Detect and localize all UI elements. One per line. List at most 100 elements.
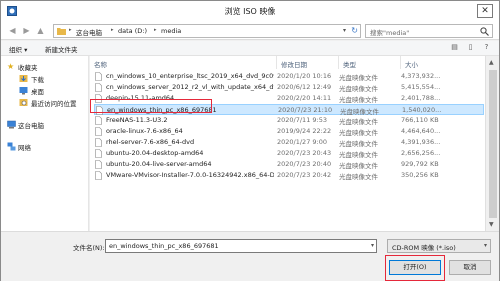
table-row[interactable]: deepin-15.11-amd64 2020/2/20 14:11 光盘映像文件 2… (94, 93, 484, 104)
file-name: rhel-server-7.6-x86_64-dvd (106, 138, 195, 146)
column-header-name[interactable]: 名称 (90, 56, 277, 69)
file-date: 2020/7/23 20:40 (277, 160, 332, 168)
sidebar-item-network[interactable]: 网络 (1, 141, 89, 152)
breadcrumb-this-pc[interactable]: 这台电脑 (76, 27, 102, 37)
filename-input[interactable]: en_windows_thin_pc_x86_697681 ▾ (105, 239, 377, 253)
file-date: 2020/2/20 14:11 (277, 94, 332, 102)
file-name: cn_windows_10_enterprise_ltsc_2019_x64_d… (106, 72, 274, 80)
disc-image-file-icon (95, 83, 102, 92)
file-size: 2,656,256... (401, 149, 441, 157)
scroll-down-icon[interactable]: ▼ (489, 221, 494, 228)
file-date: 2020/7/23 20:43 (277, 149, 332, 157)
file-size: 1,540,020... (402, 106, 442, 114)
file-type: 光盘映像文件 (339, 151, 378, 159)
column-header-date[interactable]: 修改日期 (277, 56, 339, 69)
file-type: 光盘映像文件 (339, 85, 378, 93)
search-placeholder: 搜索"media" (370, 29, 410, 37)
window-title: 浏览 ISO 映像 (224, 7, 276, 16)
file-size: 4,373,932... (401, 72, 441, 80)
search-icon (480, 27, 489, 36)
table-row[interactable]: oracle-linux-7.6-x86_64 2019/9/24 22:22 光盘… (94, 126, 484, 137)
file-date: 2020/7/23 21:10 (278, 106, 333, 114)
refresh-icon[interactable]: ↻ (351, 26, 358, 35)
breadcrumb-separator-icon: ▸ (111, 27, 114, 33)
back-arrow-icon[interactable]: ◀ (7, 25, 18, 36)
file-size: 4,391,936... (401, 138, 441, 146)
dialog-footer: 文件名(N): en_windows_thin_pc_x86_697681 ▾ … (1, 231, 499, 281)
file-type: 光盘映像文件 (339, 74, 378, 82)
sidebar-item-favorites[interactable]: ★ 收藏夹 (1, 61, 89, 72)
cancel-button[interactable]: 取消 (449, 260, 491, 275)
breadcrumb-media[interactable]: media (161, 27, 181, 35)
chevron-down-icon: ▾ (483, 242, 487, 249)
sidebar-item-recent[interactable]: 最近访问的位置 (1, 97, 89, 108)
file-size: 766,110 KB (401, 116, 439, 124)
file-type-filter-value: CD-ROM 映像 (*.iso) (392, 244, 456, 252)
folder-icon (57, 28, 66, 35)
organize-menu[interactable]: 组织 ▾ (9, 44, 27, 54)
file-size: 350,256 KB (401, 171, 439, 179)
filename-value: en_windows_thin_pc_x86_697681 (109, 242, 219, 250)
network-icon (7, 142, 16, 151)
sidebar-item-label: 网络 (18, 144, 31, 152)
table-row[interactable]: FreeNAS-11.3-U3.2 2020/7/11 9:53 光盘映像文件 766… (94, 115, 484, 126)
breadcrumb-separator-icon: ▸ (154, 27, 157, 33)
new-folder-button[interactable]: 新建文件夹 (45, 44, 78, 54)
disc-image-file-icon (95, 72, 102, 81)
address-bar[interactable]: ▸ 这台电脑 ▸ data (D:) ▸ media ▾ ↻ (53, 24, 361, 38)
file-size: 4,464,640... (401, 127, 441, 135)
file-type: 光盘映像文件 (339, 96, 378, 104)
table-row[interactable]: rhel-server-7.6-x86_64-dvd 2020/1/27 9:00… (94, 137, 484, 148)
disc-image-file-icon (96, 106, 103, 115)
preview-pane-icon[interactable]: ▯ (465, 43, 476, 54)
file-type: 光盘映像文件 (339, 140, 378, 148)
file-name: cn_windows_server_2012_r2_vl_with_update… (106, 83, 274, 91)
forward-arrow-icon[interactable]: ▶ (21, 25, 32, 36)
file-name: FreeNAS-11.3-U3.2 (106, 116, 168, 124)
computer-icon (7, 120, 16, 129)
file-date: 2020/6/12 12:49 (277, 83, 332, 91)
file-type-filter-select[interactable]: CD-ROM 映像 (*.iso) ▾ (387, 239, 491, 253)
table-row[interactable]: cn_windows_10_enterprise_ltsc_2019_x64_d… (94, 71, 484, 82)
scrollbar-thumb[interactable] (489, 70, 497, 218)
disc-image-file-icon (95, 138, 102, 147)
column-header-type[interactable]: 类型 (339, 56, 401, 69)
file-date: 2019/9/24 22:22 (277, 127, 332, 135)
close-button[interactable]: ✕ (477, 4, 493, 18)
file-date: 2020/7/23 20:42 (277, 171, 332, 179)
breadcrumb-data-drive[interactable]: data (D:) (118, 27, 147, 35)
filename-label: 文件名(N): (73, 244, 105, 252)
file-type: 光盘映像文件 (339, 129, 378, 137)
table-row[interactable]: VMware-VMvisor-Installer-7.0.0-16324942.… (94, 170, 484, 181)
vertical-scrollbar[interactable]: ▲ ▼ (485, 56, 499, 231)
file-name: ubuntu-20.04-desktop-amd64 (106, 149, 204, 157)
up-arrow-icon[interactable]: ▲ (35, 25, 46, 36)
view-options-icon[interactable]: ▤ (449, 43, 460, 54)
column-header-size[interactable]: 大小 (401, 56, 485, 69)
title-bar[interactable]: 浏览 ISO 映像 ✕ (1, 1, 499, 22)
breadcrumb-separator-icon: ▸ (69, 27, 72, 33)
file-name: deepin-15.11-amd64 (106, 94, 175, 102)
sidebar-item-this-pc[interactable]: 这台电脑 (1, 119, 89, 130)
table-row[interactable]: cn_windows_server_2012_r2_vl_with_update… (94, 82, 484, 93)
recent-icon (19, 99, 28, 106)
scroll-up-icon[interactable]: ▲ (489, 59, 494, 66)
table-row[interactable]: ubuntu-20.04-desktop-amd64 2020/7/23 20:4… (94, 148, 484, 159)
table-row[interactable]: en_windows_thin_pc_x86_697681 2020/7/23 2… (94, 104, 484, 116)
navigation-pane: ★ 收藏夹 下载 桌面 最近访问的位置 这台电脑 网络 (1, 56, 89, 231)
open-button[interactable]: 打开(O) (389, 260, 441, 275)
file-name: oracle-linux-7.6-x86_64 (106, 127, 183, 135)
file-type: 光盘映像文件 (339, 162, 378, 170)
chevron-down-icon[interactable]: ▾ (343, 27, 346, 34)
search-input[interactable]: 搜索"media" (365, 24, 493, 38)
sidebar-item-downloads[interactable]: 下载 (1, 73, 89, 84)
sidebar-item-label: 收藏夹 (18, 64, 38, 72)
table-row[interactable]: ubuntu-20.04-live-server-amd64 2020/7/23 … (94, 159, 484, 170)
sidebar-item-label: 最近访问的位置 (31, 100, 77, 108)
download-icon (19, 75, 28, 82)
address-row: ◀ ▶ ▲ ▸ 这台电脑 ▸ data (D:) ▸ media ▾ ↻ 搜索"… (1, 22, 499, 40)
chevron-down-icon[interactable]: ▾ (371, 242, 374, 249)
file-date: 2020/7/11 9:53 (277, 116, 327, 124)
help-icon[interactable]: ? (481, 43, 492, 54)
sidebar-item-desktop[interactable]: 桌面 (1, 85, 89, 96)
